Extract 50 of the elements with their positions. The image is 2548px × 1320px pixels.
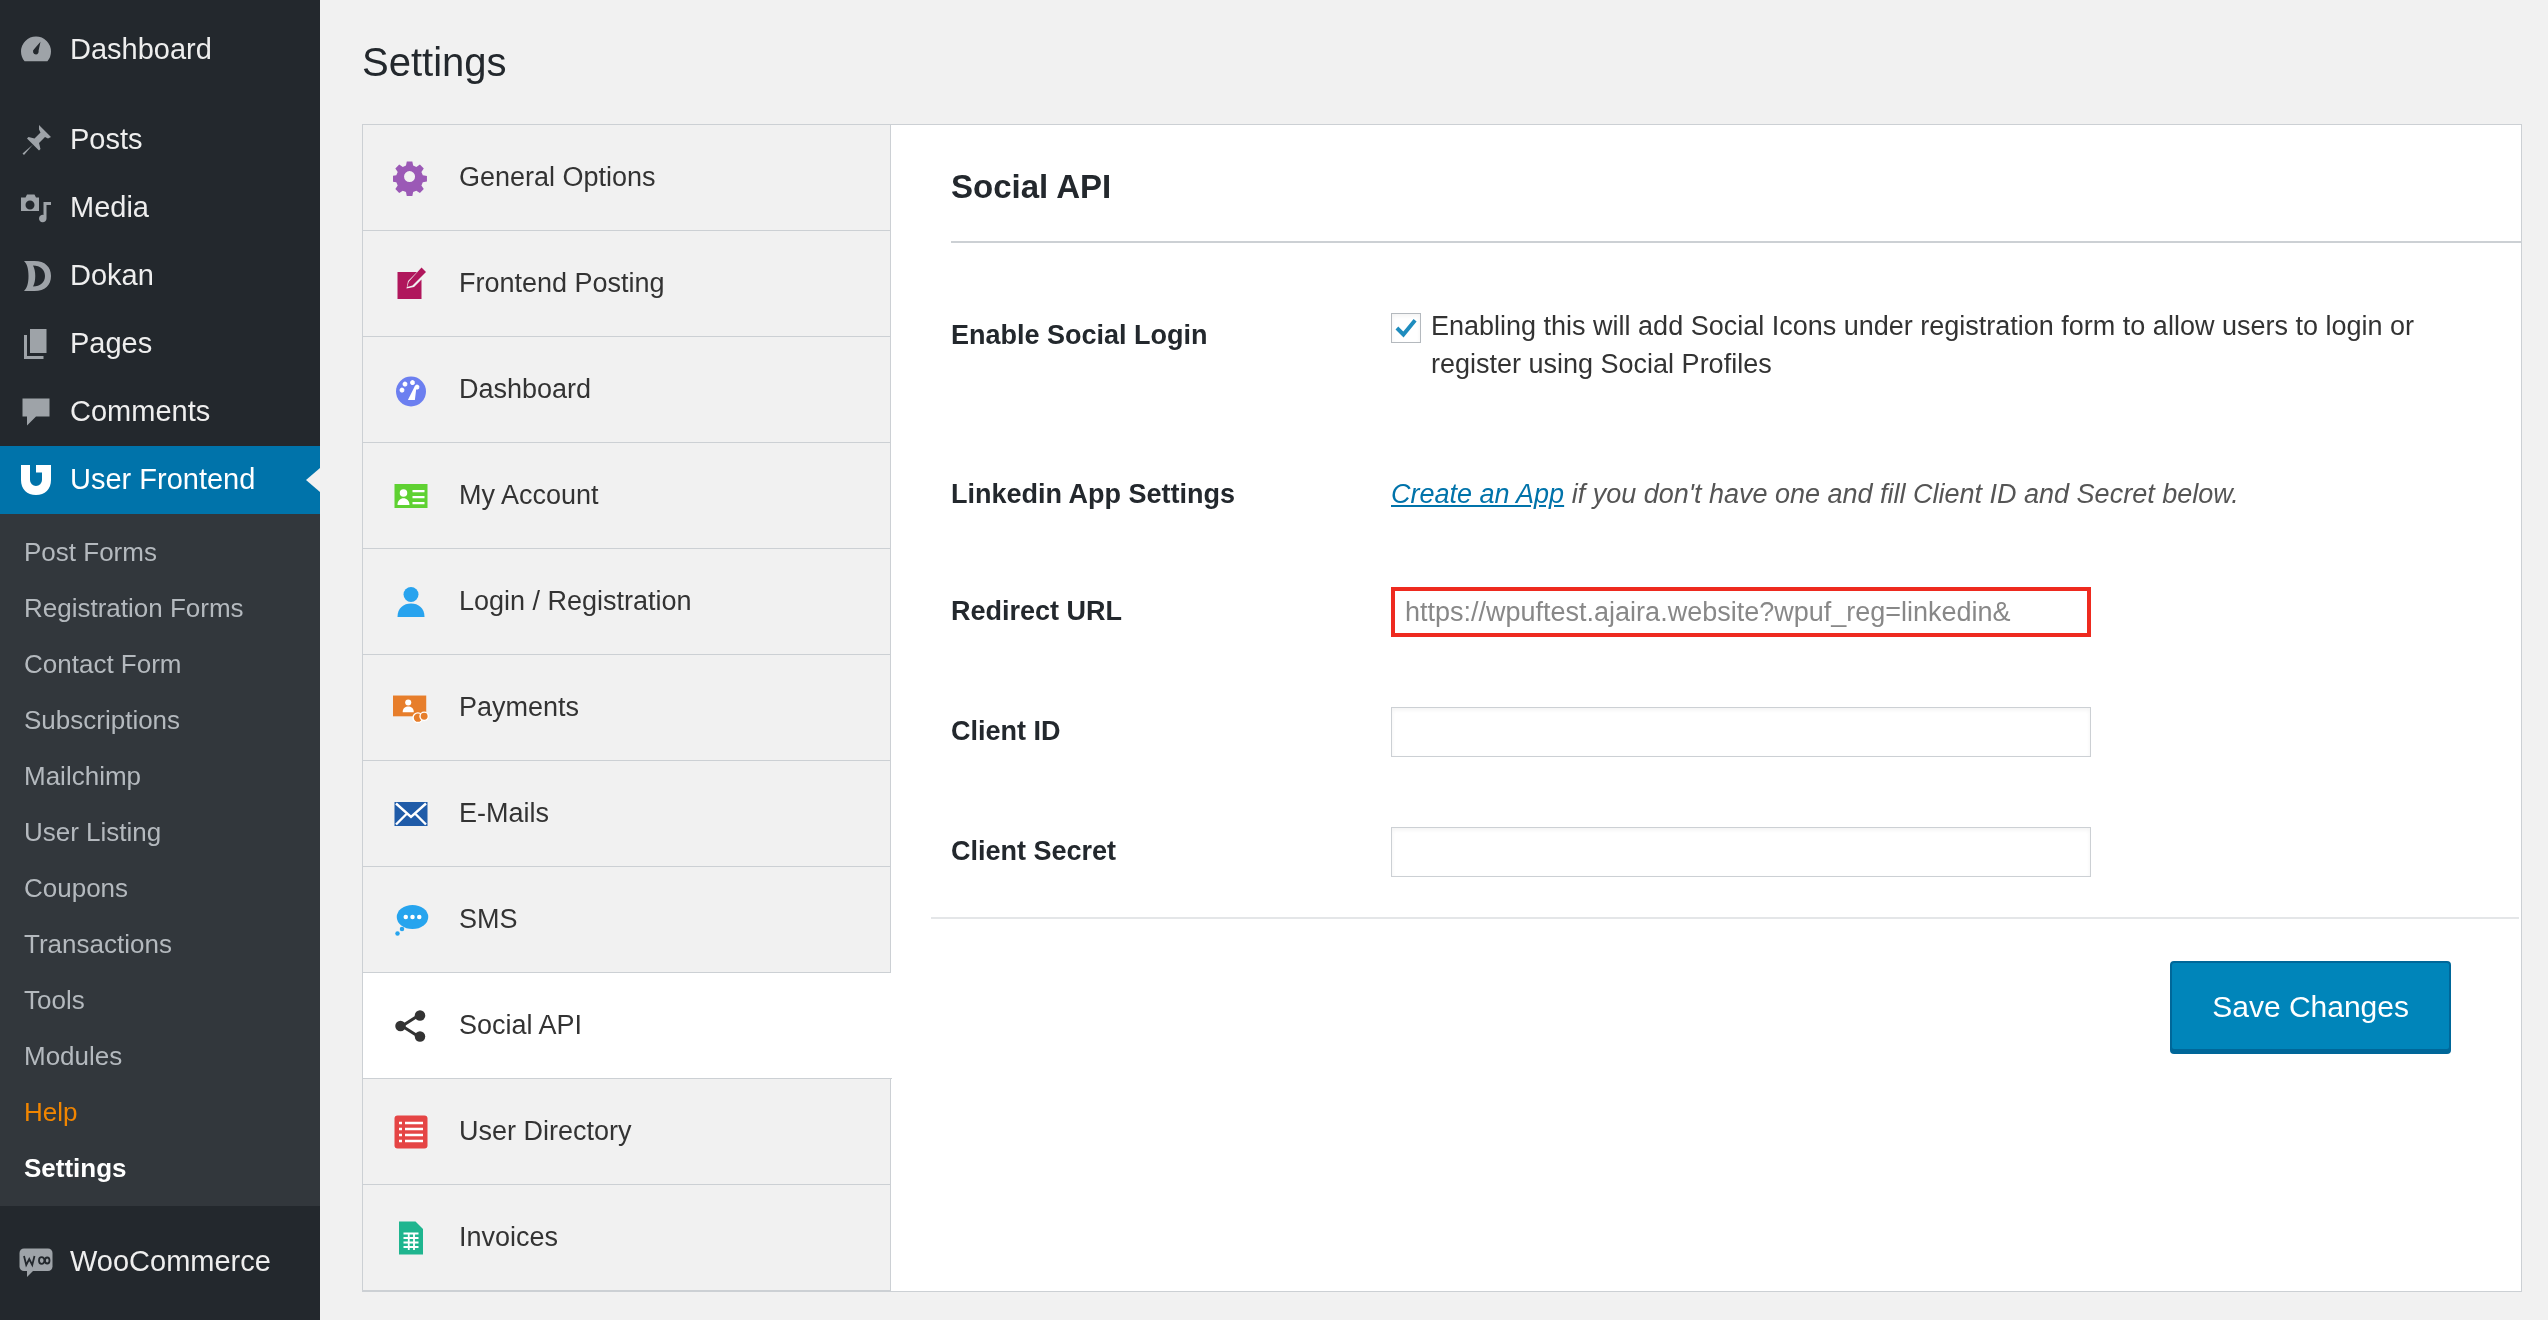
menu-item[interactable]: Pages — [0, 310, 320, 378]
submenu-item[interactable]: Settings — [0, 1140, 320, 1196]
settings-tab[interactable]: Payments — [363, 655, 891, 761]
submenu-item[interactable]: Mailchimp — [0, 748, 320, 804]
field-label: Linkedin App Settings — [951, 479, 1235, 509]
save-button[interactable]: Save Changes — [2170, 961, 2451, 1051]
text-field[interactable] — [1391, 827, 2091, 877]
submenu-item[interactable]: User Listing — [0, 804, 320, 860]
field-label: Client ID — [951, 714, 1061, 748]
menu-item[interactable]: Media — [0, 174, 320, 242]
submenu-item[interactable]: Contact Form — [0, 636, 320, 692]
current-arrow-icon — [306, 468, 320, 492]
checkbox[interactable] — [1391, 313, 1421, 343]
submenu-item[interactable]: Registration Forms — [0, 580, 320, 636]
menu-item[interactable]: Dokan — [0, 242, 320, 310]
settings-tab[interactable]: Login / Registration — [363, 549, 891, 655]
submenu-item[interactable]: Tools — [0, 972, 320, 1028]
settings-tab[interactable]: My Account — [363, 443, 891, 549]
field-description: Enabling this will add Social Icons under registration form to allow users to login or register using Social Profiles — [1431, 310, 2415, 381]
text-field[interactable]: https://wpuftest.ajaira.website?wpuf_reg=linkedin& — [1391, 587, 2091, 637]
create-app-link[interactable]: Create an App — [1391, 479, 1565, 509]
menu-item[interactable]: Dashboard — [0, 16, 320, 84]
field-label: Client Secret — [951, 834, 1117, 868]
section-title: Social API — [951, 166, 1112, 207]
settings-tab[interactable]: SMS — [363, 867, 891, 973]
settings-tab[interactable]: Dashboard — [363, 337, 891, 443]
settings-tab[interactable]: Frontend Posting — [363, 231, 891, 337]
submenu-item[interactable]: Help — [0, 1084, 320, 1140]
menu-item[interactable]: Comments — [0, 378, 320, 446]
submenu-item[interactable]: Transactions — [0, 916, 320, 972]
menu-item[interactable]: WooCommerce — [0, 1228, 320, 1296]
submenu-item[interactable]: Modules — [0, 1028, 320, 1084]
list-icon — [393, 1113, 429, 1150]
submenu-item[interactable]: Coupons — [0, 860, 320, 916]
field-label: Redirect URL — [951, 594, 1123, 628]
settings-tab[interactable]: User Directory — [363, 1079, 891, 1185]
field-description: Create an App if you don't have one and fill Client ID and Secret below. — [1391, 478, 2239, 511]
submenu-item[interactable]: Subscriptions — [0, 692, 320, 748]
menu-item[interactable]: User Frontend — [0, 446, 320, 514]
settings-tab[interactable]: Social API — [363, 973, 892, 1079]
settings-tab[interactable]: Invoices — [363, 1185, 891, 1291]
field-label: Enable Social Login — [951, 320, 1208, 350]
submenu-item[interactable]: Post Forms — [0, 524, 320, 580]
u-logo-icon — [18, 462, 54, 498]
settings-tab[interactable]: General Options — [363, 125, 891, 231]
gear-icon — [393, 159, 429, 196]
page-title: Settings — [362, 39, 507, 86]
settings-tab[interactable]: E-Mails — [363, 761, 891, 867]
text-field[interactable] — [1391, 707, 2091, 757]
menu-item[interactable]: Posts — [0, 106, 320, 174]
